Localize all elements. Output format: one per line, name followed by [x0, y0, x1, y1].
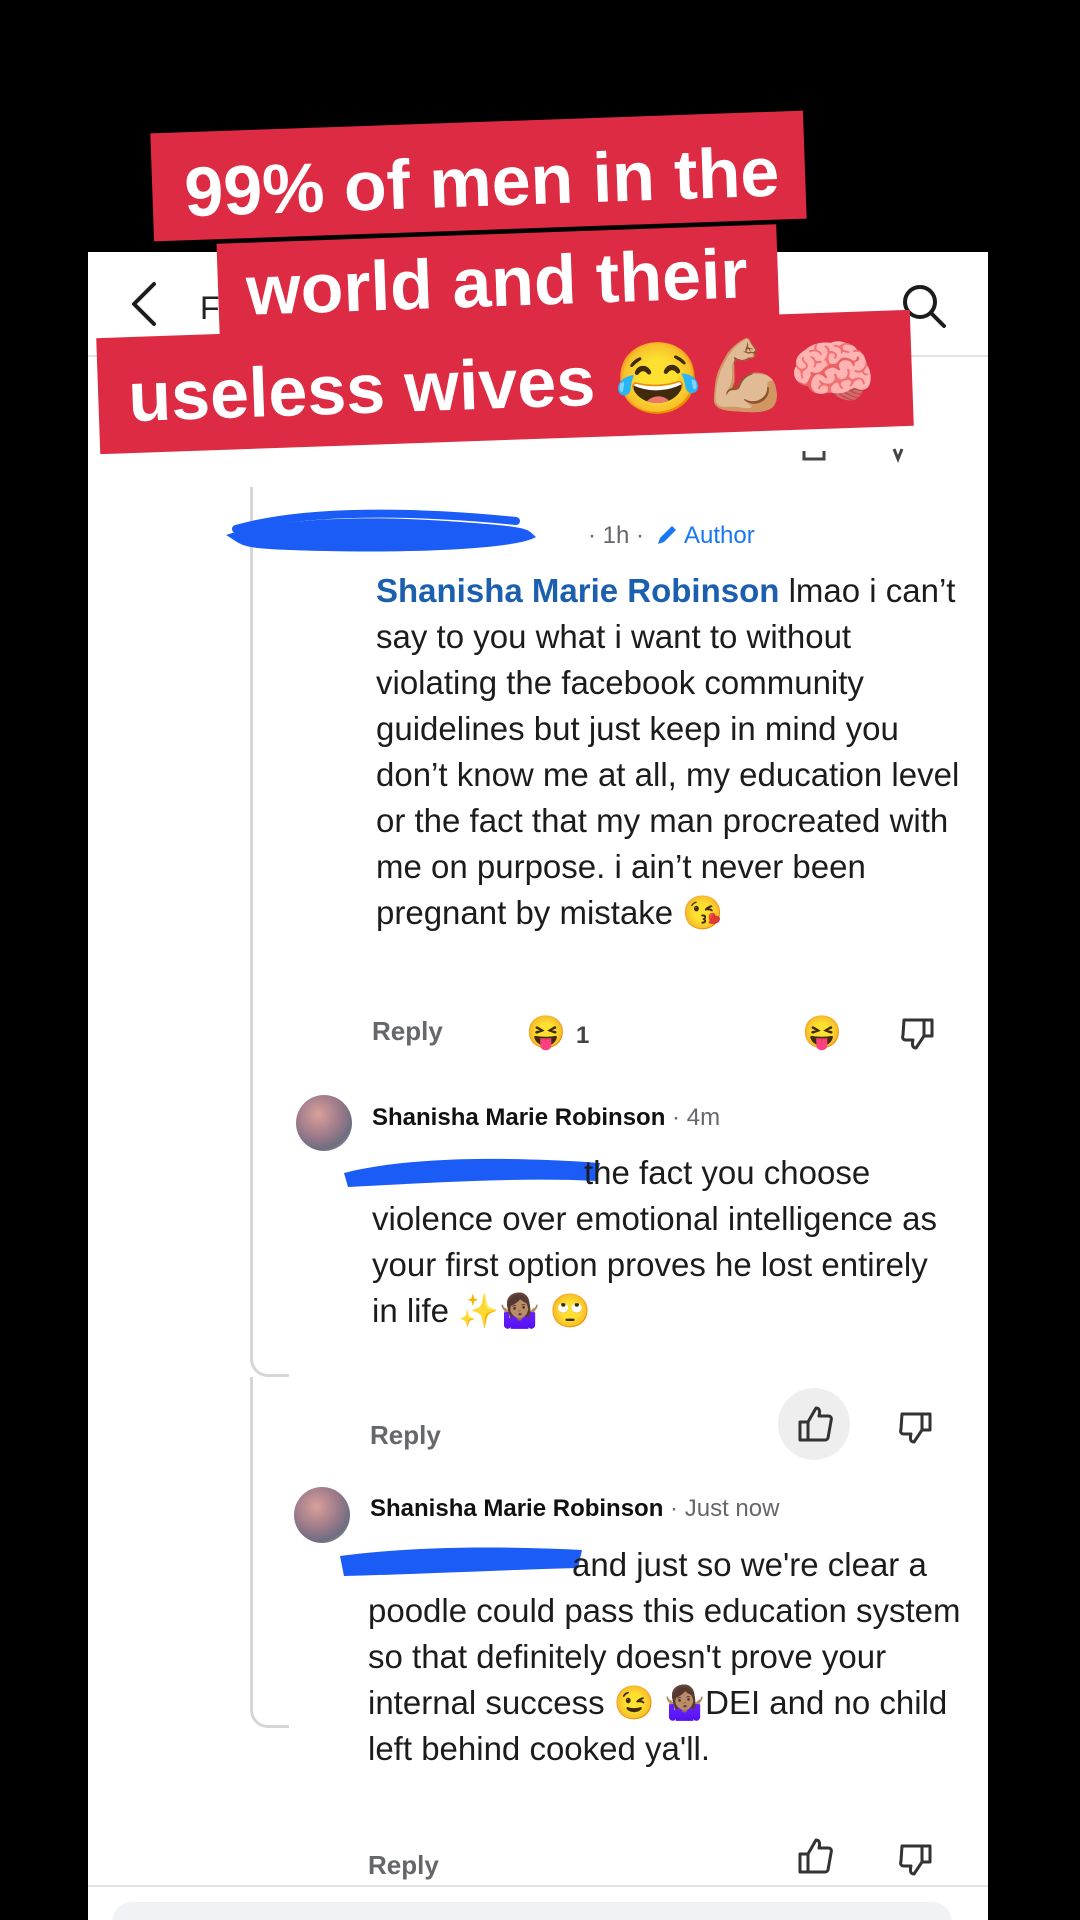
reaction-button-emoji[interactable]: 😝 [802, 1014, 842, 1050]
reply-button[interactable]: Reply [368, 1850, 439, 1881]
back-chevron-icon[interactable] [126, 278, 162, 330]
bottom-divider [88, 1885, 988, 1887]
comment1-meta: · 1h · Author [588, 522, 755, 550]
comment3-body: and just so we're clear a poodle could p… [368, 1546, 961, 1767]
reply-button[interactable]: Reply [372, 1016, 443, 1047]
dislike-icon[interactable] [898, 1840, 934, 1880]
caption-banner-line1: 99% of men in the [150, 110, 807, 242]
redaction-scribble [226, 509, 536, 552]
dislike-icon[interactable] [900, 1014, 936, 1054]
comment1-body: Shanisha Marie Robinson lmao i can’t say… [376, 568, 966, 936]
thread-elbow [250, 1338, 289, 1377]
comments-panel: F · 1h · Author Shanisha Marie Robinson … [88, 252, 988, 1920]
reaction-emoji: 😝 [526, 1014, 566, 1050]
comment-input[interactable] [112, 1902, 952, 1920]
comment2-header: Shanisha Marie Robinson · 4m [372, 1104, 720, 1132]
commenter-name[interactable]: Shanisha Marie Robinson [372, 1104, 665, 1131]
header-title-partial: F [200, 290, 220, 326]
comment2-time: · 4m [665, 1104, 721, 1131]
comment1-time: · 1h · [588, 522, 645, 549]
dislike-icon[interactable] [898, 1408, 934, 1448]
pencil-icon [657, 526, 676, 544]
comment1-text: lmao i can’t say to you what i want to w… [376, 572, 960, 931]
thread-elbow [250, 1689, 289, 1728]
author-badge: Author [684, 522, 755, 549]
partial-action-icons [802, 448, 904, 464]
thread-line [250, 1377, 253, 1707]
like-icon[interactable] [796, 1404, 834, 1444]
thread-line [250, 487, 253, 1357]
reply-button[interactable]: Reply [370, 1420, 441, 1451]
comment2-body: the fact you choose violence over emotio… [372, 1154, 937, 1329]
reaction-count[interactable]: 1 [576, 1022, 589, 1050]
commenter-name[interactable]: Shanisha Marie Robinson [370, 1495, 663, 1522]
mention-link[interactable]: Shanisha Marie Robinson [376, 572, 779, 609]
comment3-time: · Just now [663, 1495, 780, 1522]
avatar[interactable] [294, 1487, 350, 1543]
comment3-header: Shanisha Marie Robinson · Just now [370, 1495, 779, 1523]
like-icon[interactable] [796, 1836, 834, 1876]
avatar[interactable] [296, 1095, 352, 1151]
